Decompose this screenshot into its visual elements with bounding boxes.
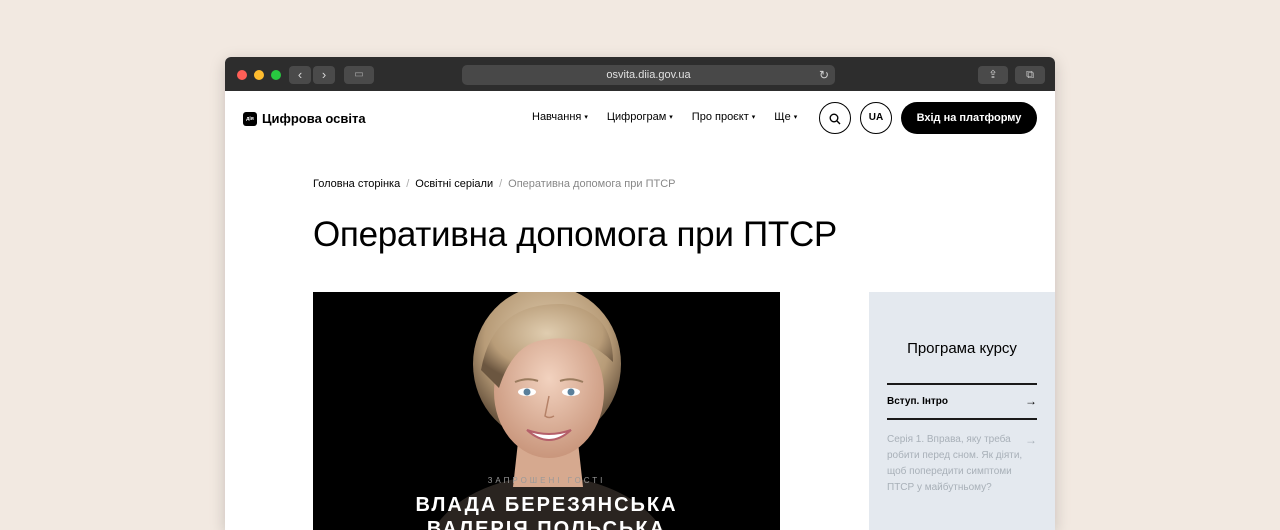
zoom-window-button[interactable] bbox=[271, 70, 281, 80]
page-title: Оперативна допомога при ПТСР bbox=[313, 215, 837, 254]
arrow-right-icon: → bbox=[1025, 394, 1037, 408]
guests-caption: ЗАПРОШЕНІ ГОСТІ bbox=[487, 476, 606, 485]
share-icon[interactable]: ⇪ bbox=[978, 66, 1008, 84]
nav-item-navchannia[interactable]: Навчання ▾ bbox=[532, 111, 588, 123]
main-nav: Навчання ▾ Цифрограм ▾ Про проєкт ▾ Ще ▾ bbox=[532, 111, 797, 123]
breadcrumb-current: Оперативна допомога при ПТСР bbox=[508, 178, 676, 190]
login-button[interactable]: Вхід на платформу bbox=[901, 102, 1037, 134]
nav-item-pro-proiekt[interactable]: Про проєкт ▾ bbox=[692, 111, 756, 123]
divider bbox=[887, 383, 1037, 385]
web-page: дія Цифрова освіта Навчання ▾ Цифрограм ▾ … bbox=[225, 91, 1055, 530]
divider bbox=[887, 418, 1037, 420]
breadcrumb: Головна сторінка / Освітні серіали / Опе… bbox=[313, 178, 675, 190]
arrow-right-icon: → bbox=[1025, 433, 1037, 447]
url-text: osvita.diia.gov.ua bbox=[606, 69, 691, 81]
language-switch-button[interactable]: UA bbox=[860, 102, 892, 134]
video-player[interactable]: ЗАПРОШЕНІ ГОСТІ ВЛАДА БЕРЕЗЯНСЬКА ВАЛЕРІ… bbox=[313, 292, 780, 530]
guest-name-2: ВАЛЕРІЯ ПОЛЬСЬКА bbox=[426, 518, 667, 530]
site-logo[interactable]: дія Цифрова освіта bbox=[243, 111, 366, 126]
breadcrumb-separator: / bbox=[406, 178, 410, 190]
tabs-overview-icon[interactable]: ⧉ bbox=[1015, 66, 1045, 84]
guest-name-1: ВЛАДА БЕРЕЗЯНСЬКА bbox=[415, 494, 678, 516]
browser-window: ‹ › ▭ osvita.diia.gov.ua ↻ ⇪ ⧉ дія Цифро… bbox=[225, 57, 1055, 530]
chevron-down-icon: ▾ bbox=[669, 114, 673, 121]
search-button[interactable] bbox=[819, 102, 851, 134]
breadcrumb-separator: / bbox=[499, 178, 503, 190]
program-title: Програма курсу bbox=[907, 340, 1017, 357]
logo-text: Цифрова освіта bbox=[262, 111, 366, 126]
reload-icon[interactable]: ↻ bbox=[819, 65, 829, 85]
back-button[interactable]: ‹ bbox=[289, 66, 311, 84]
search-icon bbox=[829, 113, 841, 125]
lesson-item-active[interactable]: Вступ. Інтро → bbox=[887, 394, 1037, 408]
diia-logo-icon: дія bbox=[243, 111, 257, 126]
address-bar[interactable]: osvita.diia.gov.ua ↻ bbox=[462, 65, 835, 85]
chevron-down-icon: ▾ bbox=[751, 114, 756, 121]
nav-item-tsyfrohram[interactable]: Цифрограм ▾ bbox=[607, 111, 673, 123]
breadcrumb-series[interactable]: Освітні серіали bbox=[415, 178, 493, 190]
sidebar-toggle-icon[interactable]: ▭ bbox=[344, 66, 374, 84]
chevron-down-icon: ▾ bbox=[584, 114, 588, 121]
course-program-panel: Програма курсу Вступ. Інтро → Серія 1. В… bbox=[869, 292, 1055, 530]
nav-item-shche[interactable]: Ще ▾ bbox=[774, 111, 797, 123]
lesson-item[interactable]: Серія 1. Вправа, яку треба робити перед … bbox=[887, 432, 1037, 496]
browser-titlebar: ‹ › ▭ osvita.diia.gov.ua ↻ ⇪ ⧉ bbox=[225, 57, 1055, 91]
forward-button[interactable]: › bbox=[313, 66, 335, 84]
chevron-down-icon: ▾ bbox=[793, 114, 798, 121]
minimize-window-button[interactable] bbox=[254, 70, 264, 80]
breadcrumb-home[interactable]: Головна сторінка bbox=[313, 178, 400, 190]
close-window-button[interactable] bbox=[237, 70, 247, 80]
